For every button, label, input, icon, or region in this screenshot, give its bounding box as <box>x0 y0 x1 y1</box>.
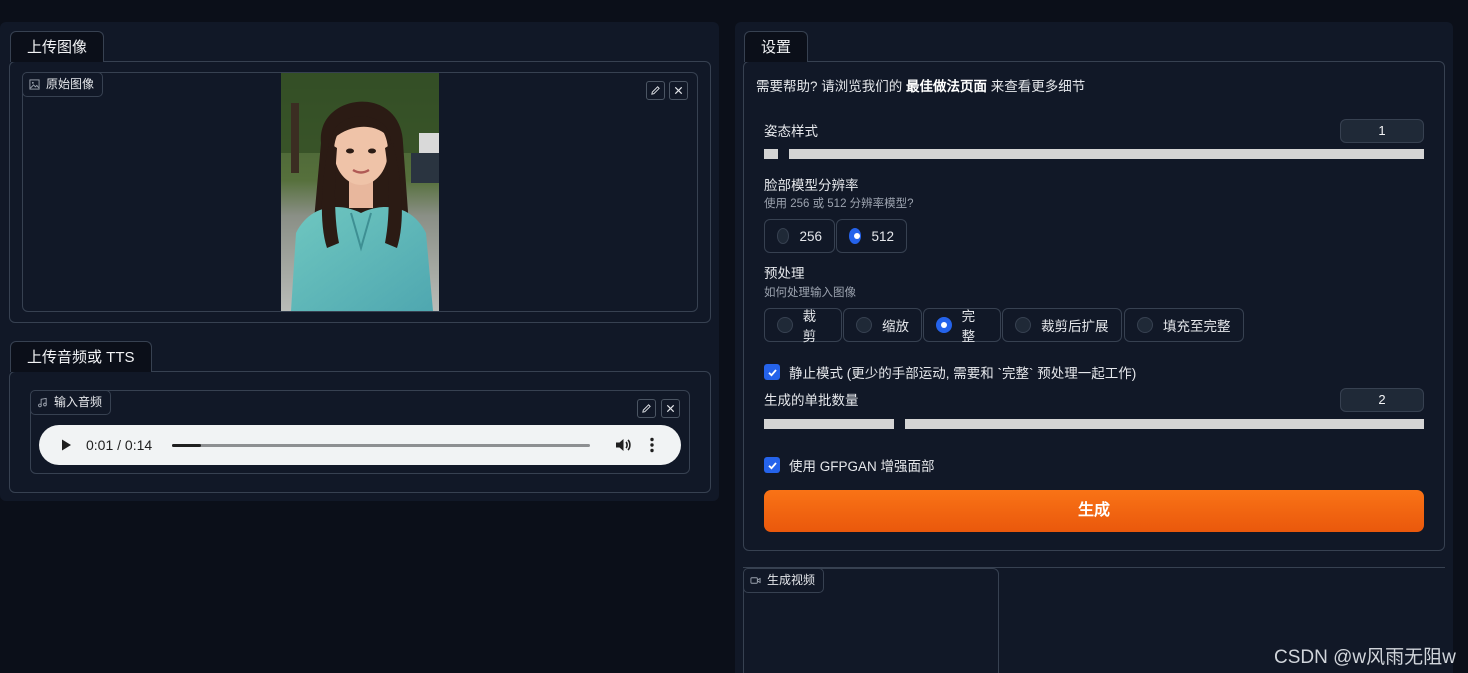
audio-edit-button[interactable] <box>637 399 656 418</box>
preprocess-option-crop[interactable]: 裁剪 <box>764 308 842 344</box>
image-clear-button[interactable] <box>669 81 688 100</box>
image-icon <box>29 79 40 90</box>
audio-clear-button[interactable] <box>661 399 680 418</box>
gfpgan-checkbox[interactable] <box>764 457 780 473</box>
pose-style-number-input[interactable]: 1 <box>1340 119 1424 143</box>
audio-time: 0:01 / 0:14 <box>86 437 153 453</box>
face-res-radio-512[interactable] <box>849 228 862 244</box>
preprocess-option-extfull-label: 填充至完整 <box>1163 319 1231 334</box>
audio-label-text: 输入音频 <box>54 395 103 409</box>
still-mode-label: 静止模式 (更少的手部运动, 需要和 `完整` 预处理一起工作) <box>789 366 1137 381</box>
preprocess-option-extcrop-label: 裁剪后扩展 <box>1041 319 1109 334</box>
preprocess-radio-full[interactable] <box>936 317 952 333</box>
music-icon <box>38 397 47 408</box>
audio-label: 输入音频 <box>30 390 112 415</box>
video-label: 生成视频 <box>743 568 825 593</box>
face-res-sub: 使用 256 或 512 分辨率模型? <box>764 198 914 210</box>
video-label-text: 生成视频 <box>767 573 816 587</box>
face-res-label: 脸部模型分辨率 <box>764 178 859 193</box>
check-icon <box>767 461 777 470</box>
preprocess-option-resize[interactable]: 缩放 <box>843 308 922 342</box>
preprocess-option-full-label: 完整 <box>961 309 976 344</box>
pose-style-slider-track-left[interactable] <box>764 149 778 159</box>
audio-player: 0:01 / 0:14 <box>39 425 681 465</box>
preprocess-radio-crop[interactable] <box>777 317 793 333</box>
still-mode-row[interactable]: 静止模式 (更少的手部运动, 需要和 `完整` 预处理一起工作) <box>764 362 1136 382</box>
edit-icon <box>642 404 651 413</box>
face-res-radio-256[interactable] <box>777 228 790 244</box>
batch-size-number-input[interactable]: 2 <box>1340 388 1424 412</box>
preprocess-label: 预处理 <box>764 266 805 281</box>
still-mode-checkbox[interactable] <box>764 364 780 380</box>
face-res-option-256[interactable]: 256 <box>764 219 835 253</box>
help-prefix: 需要帮助? 请浏览我们的 <box>756 79 907 94</box>
close-icon <box>666 404 675 413</box>
preprocess-radio-extcrop[interactable] <box>1015 317 1031 333</box>
image-label-text: 原始图像 <box>46 77 95 91</box>
face-res-option-512-label: 512 <box>871 228 894 244</box>
image-label: 原始图像 <box>22 72 104 97</box>
video-icon <box>750 577 761 584</box>
audio-seek-progress <box>172 443 202 447</box>
gfpgan-row[interactable]: 使用 GFPGAN 增强面部 <box>764 455 935 475</box>
tab-upload-audio[interactable]: 上传音频或 TTS <box>10 341 152 372</box>
more-vertical-icon[interactable] <box>649 437 655 453</box>
face-res-option-256-label: 256 <box>799 228 822 244</box>
preprocess-option-extfull[interactable]: 填充至完整 <box>1124 308 1244 342</box>
preprocess-option-resize-label: 缩放 <box>882 319 909 334</box>
play-icon[interactable] <box>59 438 73 452</box>
generate-button[interactable]: 生成 <box>764 490 1424 532</box>
best-practices-link[interactable]: 最佳做法页面 <box>906 79 987 94</box>
pose-style-slider-track[interactable] <box>789 149 1424 159</box>
audio-seek-bar[interactable] <box>172 443 590 447</box>
preprocess-sub: 如何处理输入图像 <box>764 287 856 299</box>
preprocess-option-crop-label: 裁剪 <box>802 309 817 344</box>
close-icon <box>674 86 683 95</box>
pose-style-label: 姿态样式 <box>764 124 818 139</box>
volume-icon[interactable] <box>614 436 632 454</box>
watermark: CSDN @w风雨无阻w <box>1274 647 1456 668</box>
batch-size-slider-track-left[interactable] <box>764 419 894 429</box>
edit-icon <box>651 86 660 95</box>
batch-size-label: 生成的单批数量 <box>764 393 859 408</box>
uploaded-portrait-image <box>281 73 439 311</box>
gfpgan-label: 使用 GFPGAN 增强面部 <box>789 459 935 474</box>
tab-settings[interactable]: 设置 <box>744 31 809 62</box>
help-text: 需要帮助? 请浏览我们的 最佳做法页面 来查看更多细节 <box>756 75 1085 95</box>
preprocess-radio-resize[interactable] <box>856 317 872 333</box>
preprocess-option-full[interactable]: 完整 <box>923 308 1001 344</box>
preprocess-radio-extfull[interactable] <box>1137 317 1153 333</box>
image-edit-button[interactable] <box>646 81 665 100</box>
batch-size-slider-track[interactable] <box>905 419 1424 429</box>
face-res-option-512[interactable]: 512 <box>836 219 907 253</box>
help-suffix: 来查看更多细节 <box>987 79 1086 94</box>
preprocess-option-extcrop[interactable]: 裁剪后扩展 <box>1002 308 1122 342</box>
check-icon <box>767 368 777 377</box>
tab-upload-image[interactable]: 上传图像 <box>10 31 105 62</box>
